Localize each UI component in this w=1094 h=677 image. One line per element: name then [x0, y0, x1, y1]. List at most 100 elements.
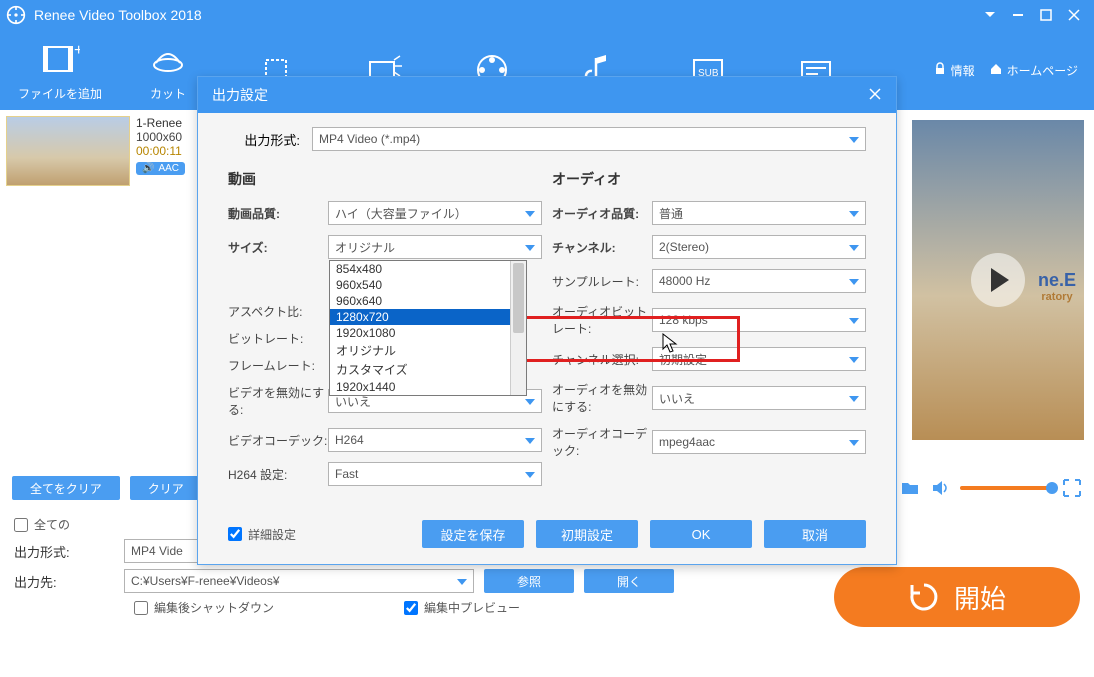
size-option[interactable]: 1280x720 — [330, 309, 526, 325]
file-list: 1-Renee 1000x60 00:00:11 🔊AAC — [0, 110, 200, 470]
disable-audio-select[interactable]: いいえ — [652, 386, 866, 410]
size-option[interactable]: 1920x1440 — [330, 379, 526, 395]
volume-knob[interactable] — [1046, 482, 1058, 494]
video-size-dropdown-list[interactable]: 854x480960x540960x6401280x7201920x1080オリ… — [329, 260, 527, 396]
file-meta: 1-Renee 1000x60 00:00:11 🔊AAC — [136, 116, 185, 186]
video-column: 動画 動画品質:ハイ（大容量ファイル） サイズ: オリジナル 854x48096… — [228, 161, 542, 496]
video-codec-label: ビデオコーデック: — [228, 432, 328, 449]
audio-column: オーディオ オーディオ品質:普通 チャンネル:2(Stereo) サンプルレート… — [552, 161, 866, 496]
lock-icon — [933, 62, 947, 79]
h264-setting-label: H264 設定: — [228, 466, 328, 483]
audio-codec-label: オーディオコーデック: — [552, 425, 652, 459]
start-button[interactable]: 開始 — [834, 567, 1080, 627]
fullscreen-icon[interactable] — [1062, 478, 1082, 498]
size-option[interactable]: カスタマイズ — [330, 360, 526, 379]
chevron-down-icon — [525, 467, 535, 481]
info-link[interactable]: 情報 — [933, 62, 975, 79]
minimize-button[interactable] — [1004, 1, 1032, 29]
cancel-button[interactable]: 取消 — [764, 520, 866, 548]
shutdown-after-checkbox[interactable]: 編集後シャットダウン — [134, 599, 274, 616]
output-format-label: 出力形式: — [14, 542, 114, 561]
aspect-ratio-label: アスペクト比: — [228, 303, 328, 320]
preview-watermark: ne.E ratory — [1038, 270, 1076, 303]
select-all-checkbox[interactable]: 全ての — [14, 516, 70, 533]
size-option[interactable]: 960x640 — [330, 293, 526, 309]
modal-title-text: 出力設定 — [212, 85, 268, 105]
add-file-icon: + — [6, 39, 114, 79]
chevron-down-icon — [849, 206, 859, 220]
chevron-down-icon — [849, 352, 859, 366]
video-quality-select[interactable]: ハイ（大容量ファイル） — [328, 201, 542, 225]
file-dimensions: 1000x60 — [136, 130, 185, 144]
samplerate-label: サンプルレート: — [552, 273, 652, 290]
output-format-modal-label: 出力形式: — [228, 130, 300, 149]
h264-setting-select[interactable]: Fast — [328, 462, 542, 486]
maximize-button[interactable] — [1032, 1, 1060, 29]
save-settings-button[interactable]: 設定を保存 — [422, 520, 524, 548]
chevron-down-icon — [525, 394, 535, 408]
size-option[interactable]: 960x540 — [330, 277, 526, 293]
clear-all-button[interactable]: 全てをクリア — [12, 476, 120, 500]
play-icon[interactable] — [971, 253, 1025, 307]
open-folder-icon[interactable] — [900, 478, 920, 498]
chevron-down-icon — [849, 240, 859, 254]
size-option[interactable]: 854x480 — [330, 261, 526, 277]
close-window-button[interactable] — [1060, 1, 1088, 29]
dropdown-scrollbar[interactable] — [510, 261, 526, 395]
output-destination-label: 出力先: — [14, 572, 114, 591]
audio-bitrate-select[interactable]: 128 kbps — [652, 308, 866, 332]
audio-codec-badge[interactable]: 🔊AAC — [136, 162, 185, 175]
audio-channel-select[interactable]: 2(Stereo) — [652, 235, 866, 259]
home-icon — [989, 62, 1003, 79]
chevron-down-icon — [849, 391, 859, 405]
channel-select-label: チャンネル選択: — [552, 351, 652, 368]
add-file-tool[interactable]: + ファイルを追加 — [6, 39, 114, 102]
advanced-settings-checkbox[interactable]: 詳細設定 — [228, 526, 296, 543]
browse-button[interactable]: 参照 — [484, 569, 574, 593]
channel-select-select[interactable]: 初期設定 — [652, 347, 866, 371]
output-destination-select[interactable]: C:¥Users¥F-renee¥Videos¥ — [124, 569, 474, 593]
chevron-down-icon — [525, 433, 535, 447]
samplerate-select[interactable]: 48000 Hz — [652, 269, 866, 293]
homepage-link[interactable]: ホームページ — [989, 62, 1078, 79]
modal-close-button[interactable] — [868, 87, 882, 104]
preview-panel: ne.E ratory — [912, 120, 1084, 440]
file-thumbnail — [6, 116, 130, 186]
video-codec-select[interactable]: H264 — [328, 428, 542, 452]
file-item[interactable]: 1-Renee 1000x60 00:00:11 🔊AAC — [6, 116, 194, 186]
chevron-down-icon — [849, 274, 859, 288]
open-button[interactable]: 開く — [584, 569, 674, 593]
cut-icon — [114, 39, 222, 79]
disable-audio-label: オーディオを無効にする: — [552, 381, 652, 415]
refresh-icon — [908, 581, 940, 613]
audio-codec-select[interactable]: mpeg4aac — [652, 430, 866, 454]
dropdown-button[interactable] — [976, 1, 1004, 29]
audio-channel-label: チャンネル: — [552, 239, 652, 256]
size-option[interactable]: オリジナル — [330, 341, 526, 360]
clear-button[interactable]: クリア — [130, 476, 202, 500]
output-settings-modal: 出力設定 出力形式: MP4 Video (*.mp4) 動画 動画品質:ハイ（… — [197, 76, 897, 565]
video-preview[interactable]: ne.E ratory — [912, 120, 1084, 440]
speaker-icon: 🔊 — [142, 163, 154, 174]
audio-bitrate-label: オーディオビットレート: — [552, 303, 652, 337]
chevron-down-icon — [849, 435, 859, 449]
output-format-modal-select[interactable]: MP4 Video (*.mp4) — [312, 127, 866, 151]
audio-quality-select[interactable]: 普通 — [652, 201, 866, 225]
chevron-down-icon — [849, 313, 859, 327]
modal-footer: 詳細設定 設定を保存 初期設定 OK 取消 — [198, 510, 896, 564]
volume-icon[interactable] — [930, 478, 950, 498]
volume-slider[interactable] — [960, 486, 1052, 490]
preview-while-editing-checkbox[interactable]: 編集中プレビュー — [404, 599, 520, 616]
app-logo-icon — [6, 5, 26, 25]
title-bar: Renee Video Toolbox 2018 — [0, 0, 1094, 30]
framerate-label: フレームレート: — [228, 357, 328, 374]
video-size-select[interactable]: オリジナル 854x480960x540960x6401280x7201920x… — [328, 235, 542, 259]
ok-button[interactable]: OK — [650, 520, 752, 548]
chevron-down-icon — [457, 574, 467, 588]
chevron-down-icon — [525, 206, 535, 220]
scrollbar-thumb[interactable] — [513, 263, 524, 333]
video-heading: 動画 — [228, 169, 542, 189]
size-option[interactable]: 1920x1080 — [330, 325, 526, 341]
header-right-links: 情報 ホームページ — [933, 62, 1088, 79]
reset-settings-button[interactable]: 初期設定 — [536, 520, 638, 548]
